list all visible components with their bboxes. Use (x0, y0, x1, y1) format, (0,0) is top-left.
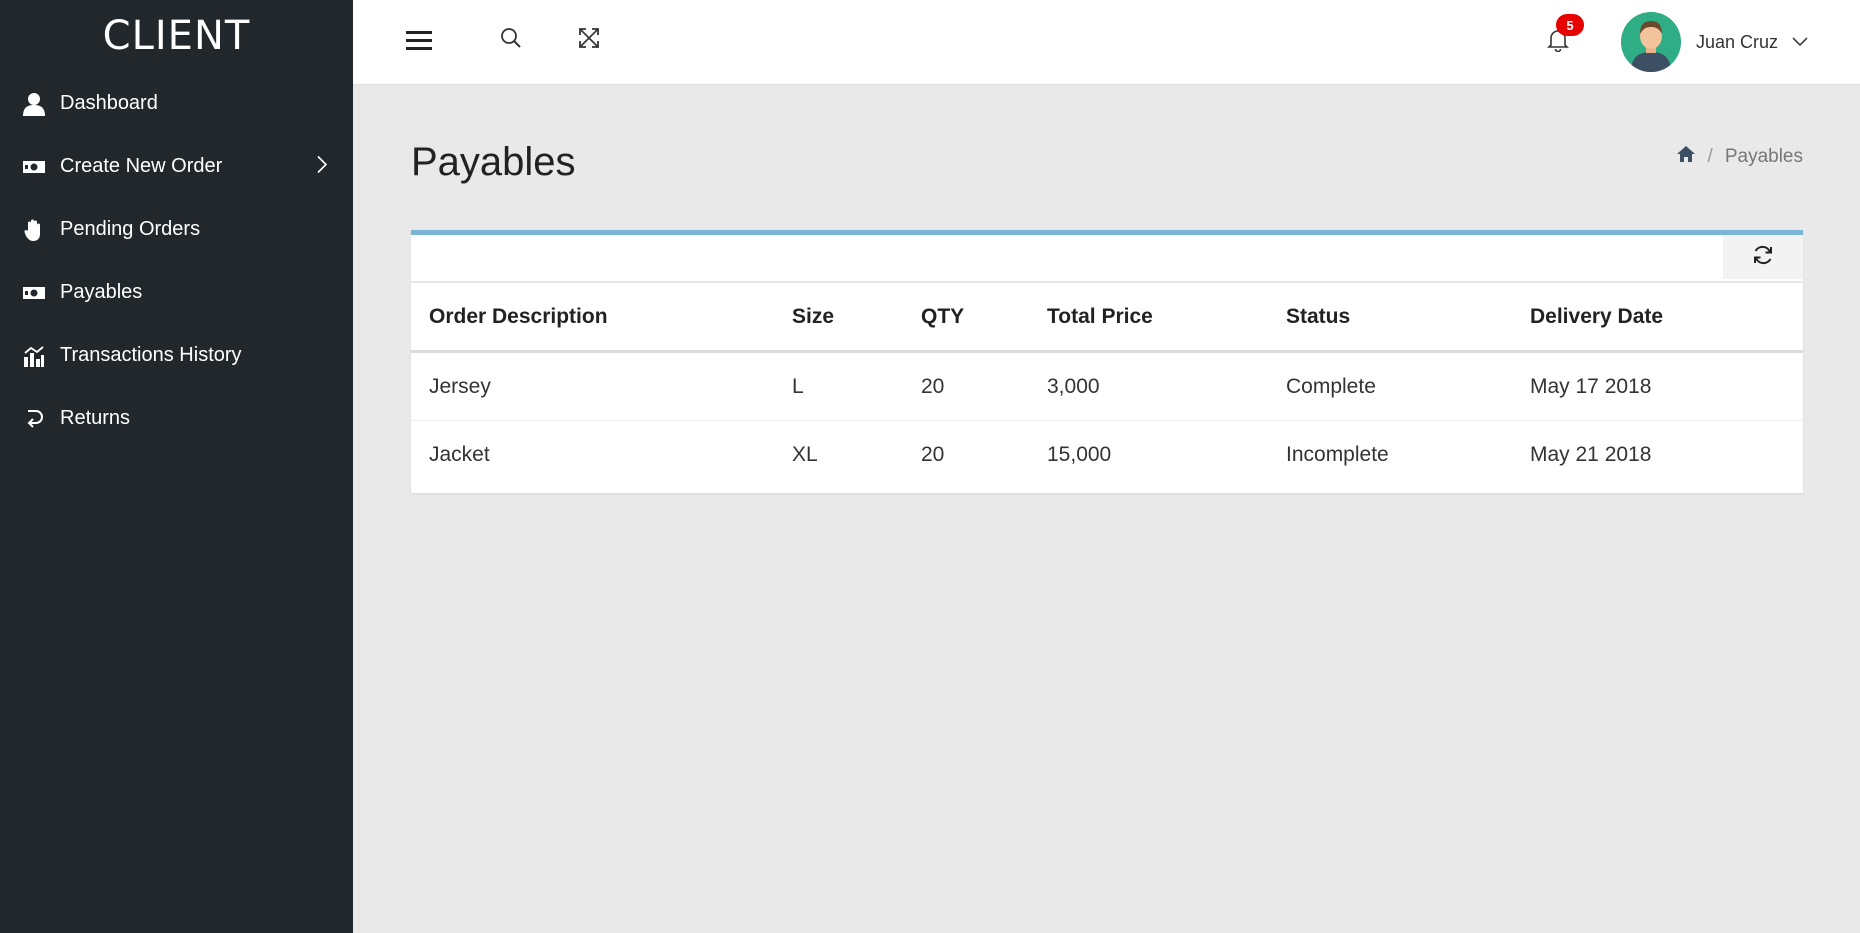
cell-total-price: 3,000 (1029, 351, 1268, 421)
user-name: Juan Cruz (1696, 31, 1779, 52)
sidebar-item-create-new-order[interactable]: Create New Order (0, 135, 353, 198)
page-title: Payables (411, 140, 576, 184)
chevron-right-icon (317, 155, 328, 178)
user-icon (22, 92, 46, 116)
card-header (411, 235, 1803, 283)
user-menu[interactable]: Juan Cruz (1621, 12, 1808, 72)
cell-size: L (774, 351, 903, 421)
sidebar-item-transactions-history[interactable]: Transactions History (0, 324, 353, 387)
chart-icon (22, 344, 46, 368)
sidebar-item-label: Create New Order (60, 155, 223, 177)
search-button[interactable] (491, 20, 531, 60)
payables-card: Order Description Size QTY Total Price S… (411, 230, 1803, 493)
payables-table: Order Description Size QTY Total Price S… (411, 283, 1803, 488)
sidebar-item-dashboard[interactable]: Dashboard (0, 72, 353, 135)
brand-logo: CLIENT (102, 13, 251, 59)
cell-qty: 20 (903, 351, 1029, 421)
column-header-order-description[interactable]: Order Description (411, 283, 774, 353)
column-header-total-price[interactable]: Total Price (1029, 283, 1268, 353)
cell-status: Incomplete (1286, 442, 1389, 466)
sidebar-item-returns[interactable]: Returns (0, 387, 353, 450)
sidebar: CLIENT Dashboard Create New Order Pendin… (0, 0, 353, 933)
sidebar-item-label: Pending Orders (60, 218, 201, 240)
cell-order-description: Jersey (411, 351, 774, 421)
refresh-button[interactable] (1723, 235, 1803, 279)
home-icon[interactable] (1676, 145, 1696, 169)
column-header-status[interactable]: Status (1268, 283, 1512, 353)
breadcrumb-current: Payables (1724, 146, 1803, 167)
fullscreen-button[interactable] (569, 20, 609, 60)
avatar (1621, 12, 1681, 72)
cell-delivery-date: May 17 2018 (1512, 351, 1803, 421)
hamburger-icon (406, 30, 432, 55)
notification-count-badge: 5 (1556, 14, 1584, 36)
sidebar-item-label: Dashboard (60, 92, 158, 114)
cell-size: XL (792, 442, 818, 466)
sidebar-item-pending-orders[interactable]: Pending Orders (0, 198, 353, 261)
hand-icon (22, 218, 46, 242)
table-header-row: Order Description Size QTY Total Price S… (411, 283, 1803, 353)
sidebar-item-label: Returns (60, 407, 131, 429)
breadcrumb: / Payables (1676, 145, 1803, 169)
cell-delivery-date: May 21 2018 (1530, 442, 1652, 466)
sidebar-item-label: Transactions History (60, 344, 242, 366)
return-icon (22, 407, 46, 431)
sidebar-nav: Dashboard Create New Order Pending Order… (0, 72, 353, 450)
refresh-icon (1752, 244, 1774, 271)
chevron-down-icon (1792, 37, 1808, 47)
search-icon (500, 27, 522, 54)
sidebar-item-label: Payables (60, 281, 143, 303)
money-icon (22, 281, 46, 305)
money-icon (22, 155, 46, 179)
table-row[interactable]: Jacket XL 20 15,000 Incomplete May 21 20… (411, 421, 1803, 489)
table-row[interactable]: Jersey L 20 3,000 Complete May 17 2018 (411, 351, 1803, 421)
menu-toggle-button[interactable] (399, 22, 439, 62)
fullscreen-icon (578, 27, 600, 54)
breadcrumb-separator: / (1707, 146, 1713, 167)
cell-order-description: Jacket (429, 442, 490, 466)
cell-status: Complete (1268, 351, 1512, 421)
column-header-delivery-date[interactable]: Delivery Date (1512, 283, 1803, 353)
cell-total-price: 15,000 (1047, 442, 1112, 466)
column-header-qty[interactable]: QTY (903, 283, 1029, 353)
sidebar-item-payables[interactable]: Payables (0, 261, 353, 324)
cell-qty: 20 (921, 442, 945, 466)
topbar: 5 Juan Cruz (353, 0, 1860, 85)
column-header-size[interactable]: Size (774, 283, 903, 353)
